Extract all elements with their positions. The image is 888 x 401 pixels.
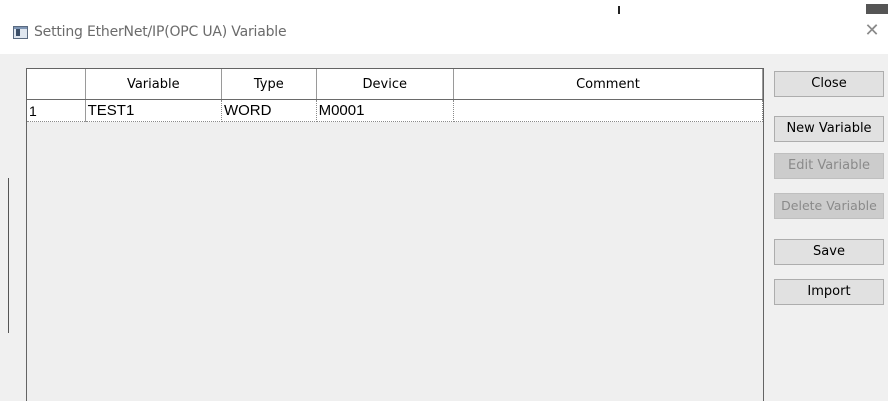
column-header-row-number[interactable]: [27, 69, 86, 100]
title-bar[interactable]: Setting EtherNet/IP(OPC UA) Variable ✕: [0, 14, 888, 54]
close-button[interactable]: Close: [774, 71, 884, 97]
app-window-icon: [13, 26, 28, 39]
type-cell[interactable]: WORD: [221, 99, 317, 122]
column-header-type[interactable]: Type: [221, 69, 317, 100]
row-number-cell: 1: [27, 99, 86, 122]
table-row[interactable]: 1 TEST1 WORD M0001: [27, 99, 764, 122]
column-header-device[interactable]: Device: [316, 69, 454, 100]
background-mark: [618, 6, 620, 14]
window-title: Setting EtherNet/IP(OPC UA) Variable: [34, 24, 287, 40]
device-cell[interactable]: M0001: [316, 99, 454, 122]
variable-grid[interactable]: Variable Type Device Comment 1 TEST1 WOR…: [26, 68, 764, 401]
column-header-comment[interactable]: Comment: [453, 69, 764, 100]
close-icon[interactable]: ✕: [862, 21, 882, 41]
save-button[interactable]: Save: [774, 239, 884, 265]
settings-dialog: Setting EtherNet/IP(OPC UA) Variable ✕ V…: [0, 0, 888, 401]
window-edge-divider: [8, 178, 9, 333]
background-window-strip: [0, 0, 888, 15]
background-mark: [866, 4, 888, 14]
column-header-variable[interactable]: Variable: [85, 69, 222, 100]
variable-table: Variable Type Device Comment 1 TEST1 WOR…: [27, 69, 764, 122]
table-header-row: Variable Type Device Comment: [27, 69, 764, 100]
new-variable-button[interactable]: New Variable: [774, 116, 884, 142]
import-button[interactable]: Import: [774, 279, 884, 305]
variable-cell[interactable]: TEST1: [85, 99, 222, 122]
delete-variable-button[interactable]: Delete Variable: [774, 193, 884, 219]
comment-cell[interactable]: [453, 99, 764, 122]
edit-variable-button[interactable]: Edit Variable: [774, 153, 884, 179]
